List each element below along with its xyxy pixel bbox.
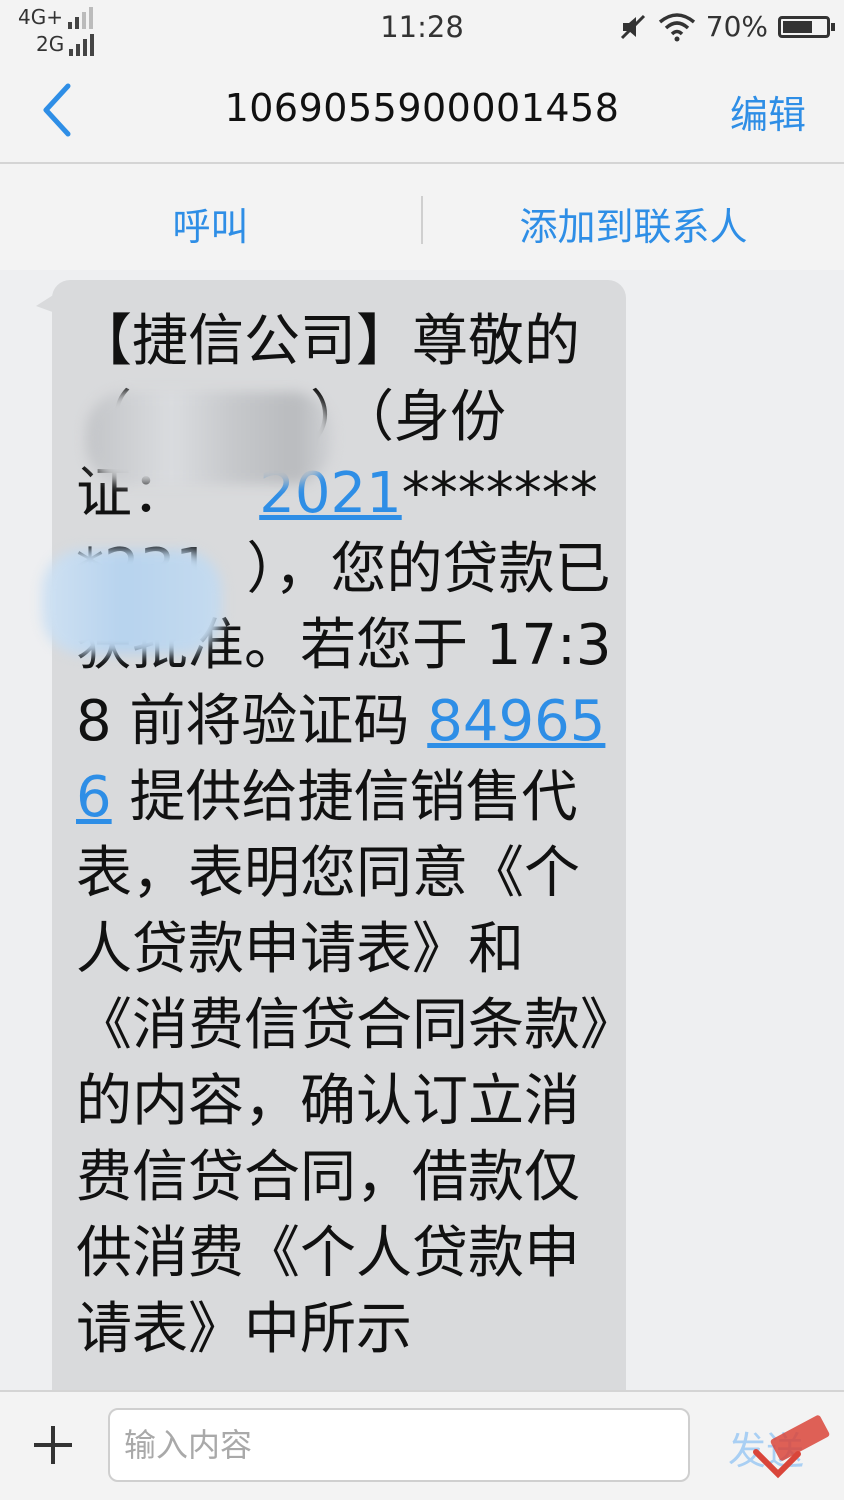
back-button[interactable] [30, 78, 90, 142]
edit-button[interactable]: 编辑 [730, 84, 806, 139]
message-text-part3: 提供给捷信销售代表，表明您同意《个人贷款申请表》和《消费信贷合同条款》的内容，确… [76, 765, 608, 1362]
status-bar: 4G+ 2G 11:28 70% [0, 0, 844, 60]
send-button[interactable]: 发送 [728, 1420, 804, 1475]
conversation-header: 1069055900001458 编辑 [0, 60, 844, 164]
incoming-message-bubble[interactable]: 【捷信公司】尊敬的（ ）（身份证： 2021********231 ），您的贷款… [42, 280, 626, 1390]
chevron-left-icon [43, 83, 71, 137]
wifi-icon [658, 12, 695, 41]
battery-icon [778, 15, 835, 38]
attach-plus-button[interactable] [30, 1422, 76, 1468]
contact-action-bar: 呼叫 添加到联系人 [0, 164, 844, 270]
add-to-contacts-button[interactable]: 添加到联系人 [423, 196, 844, 251]
message-composer: 发送 [0, 1390, 844, 1500]
sms-conversation-screen: 4G+ 2G 11:28 70% 1069055900001458 编辑 呼叫 … [0, 0, 844, 1500]
message-list[interactable]: 【捷信公司】尊敬的（ ）（身份证： 2021********231 ），您的贷款… [0, 270, 844, 1390]
redacted-id-mosaic [42, 550, 222, 654]
battery-percentage: 70% [705, 10, 768, 43]
battery-level [783, 20, 813, 33]
status-icons: 70% [618, 10, 835, 43]
call-button[interactable]: 呼叫 [0, 196, 421, 251]
mute-icon [620, 14, 645, 39]
sender-number-title: 1069055900001458 [224, 86, 620, 130]
message-input[interactable] [108, 1408, 690, 1482]
redacted-name-mosaic [86, 392, 332, 484]
